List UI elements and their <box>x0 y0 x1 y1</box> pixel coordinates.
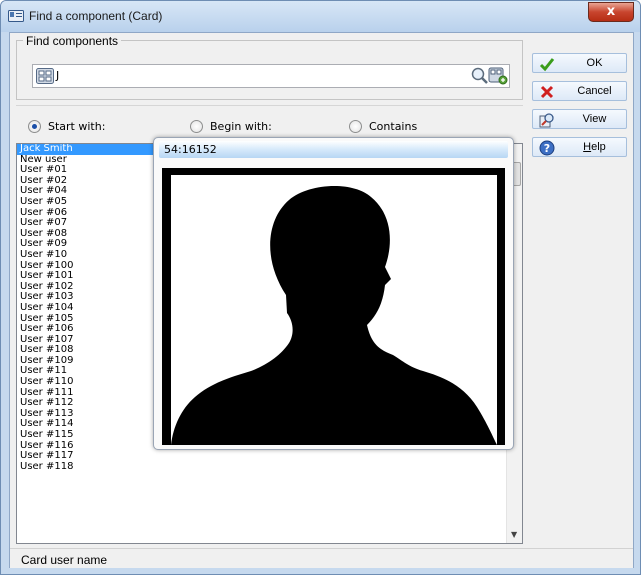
scroll-down-arrow-icon[interactable]: ▼ <box>511 530 517 539</box>
popup-header: 54:16152 <box>159 141 508 158</box>
cancel-button[interactable]: Cancel <box>532 81 627 101</box>
card-number: 54:16152 <box>164 143 217 156</box>
window-title: Find a component (Card) <box>29 9 163 23</box>
view-button[interactable]: View <box>532 109 627 129</box>
find-components-group: Find components J <box>16 34 523 100</box>
cross-icon <box>540 85 554 99</box>
silhouette-icon <box>171 186 497 445</box>
close-button[interactable]: x <box>588 2 634 22</box>
status-bar: Card user name <box>10 548 633 568</box>
ok-label: OK <box>586 57 603 69</box>
radio-label: Contains <box>369 119 418 133</box>
radio-button[interactable] <box>349 119 362 133</box>
checkmark-icon <box>539 58 555 72</box>
advanced-search-icon[interactable] <box>488 67 508 85</box>
photo-frame <box>162 168 505 445</box>
cancel-label: Cancel <box>577 85 612 97</box>
radio-contains[interactable]: Contains <box>349 118 417 134</box>
view-label: View <box>582 113 607 125</box>
radio-button[interactable] <box>190 119 203 133</box>
ok-button[interactable]: OK <box>532 53 627 73</box>
user-photo <box>171 175 497 445</box>
list-item[interactable]: User #117 <box>17 451 522 462</box>
radio-begin-with[interactable]: Begin with: <box>190 118 272 134</box>
title-bar: Find a component (Card) x <box>1 1 640 32</box>
radio-start-with[interactable]: Start with: <box>28 118 105 134</box>
radio-button-checked[interactable] <box>28 119 41 133</box>
help-label: Help <box>583 141 606 153</box>
dialog-client: Find components J Start with: Begin with… <box>9 32 634 568</box>
separator <box>16 105 523 106</box>
view-search-icon <box>539 113 554 128</box>
search-value: J <box>56 69 60 82</box>
status-text: Card user name <box>21 553 108 567</box>
radio-label: Start with: <box>48 119 106 133</box>
card-icon <box>8 10 24 22</box>
help-button[interactable]: ? Help <box>532 137 627 157</box>
svg-text:?: ? <box>544 142 550 155</box>
component-type-icon[interactable] <box>36 68 54 84</box>
group-label: Find components <box>23 34 122 48</box>
radio-label: Begin with: <box>210 119 272 133</box>
search-input[interactable]: J <box>32 64 510 88</box>
help-icon: ? <box>539 140 555 156</box>
card-preview-popup: 54:16152 <box>153 137 514 450</box>
magnifier-icon[interactable] <box>470 67 490 85</box>
list-item[interactable]: User #118 <box>17 461 522 473</box>
dialog-window: Find a component (Card) x Find component… <box>0 0 641 575</box>
